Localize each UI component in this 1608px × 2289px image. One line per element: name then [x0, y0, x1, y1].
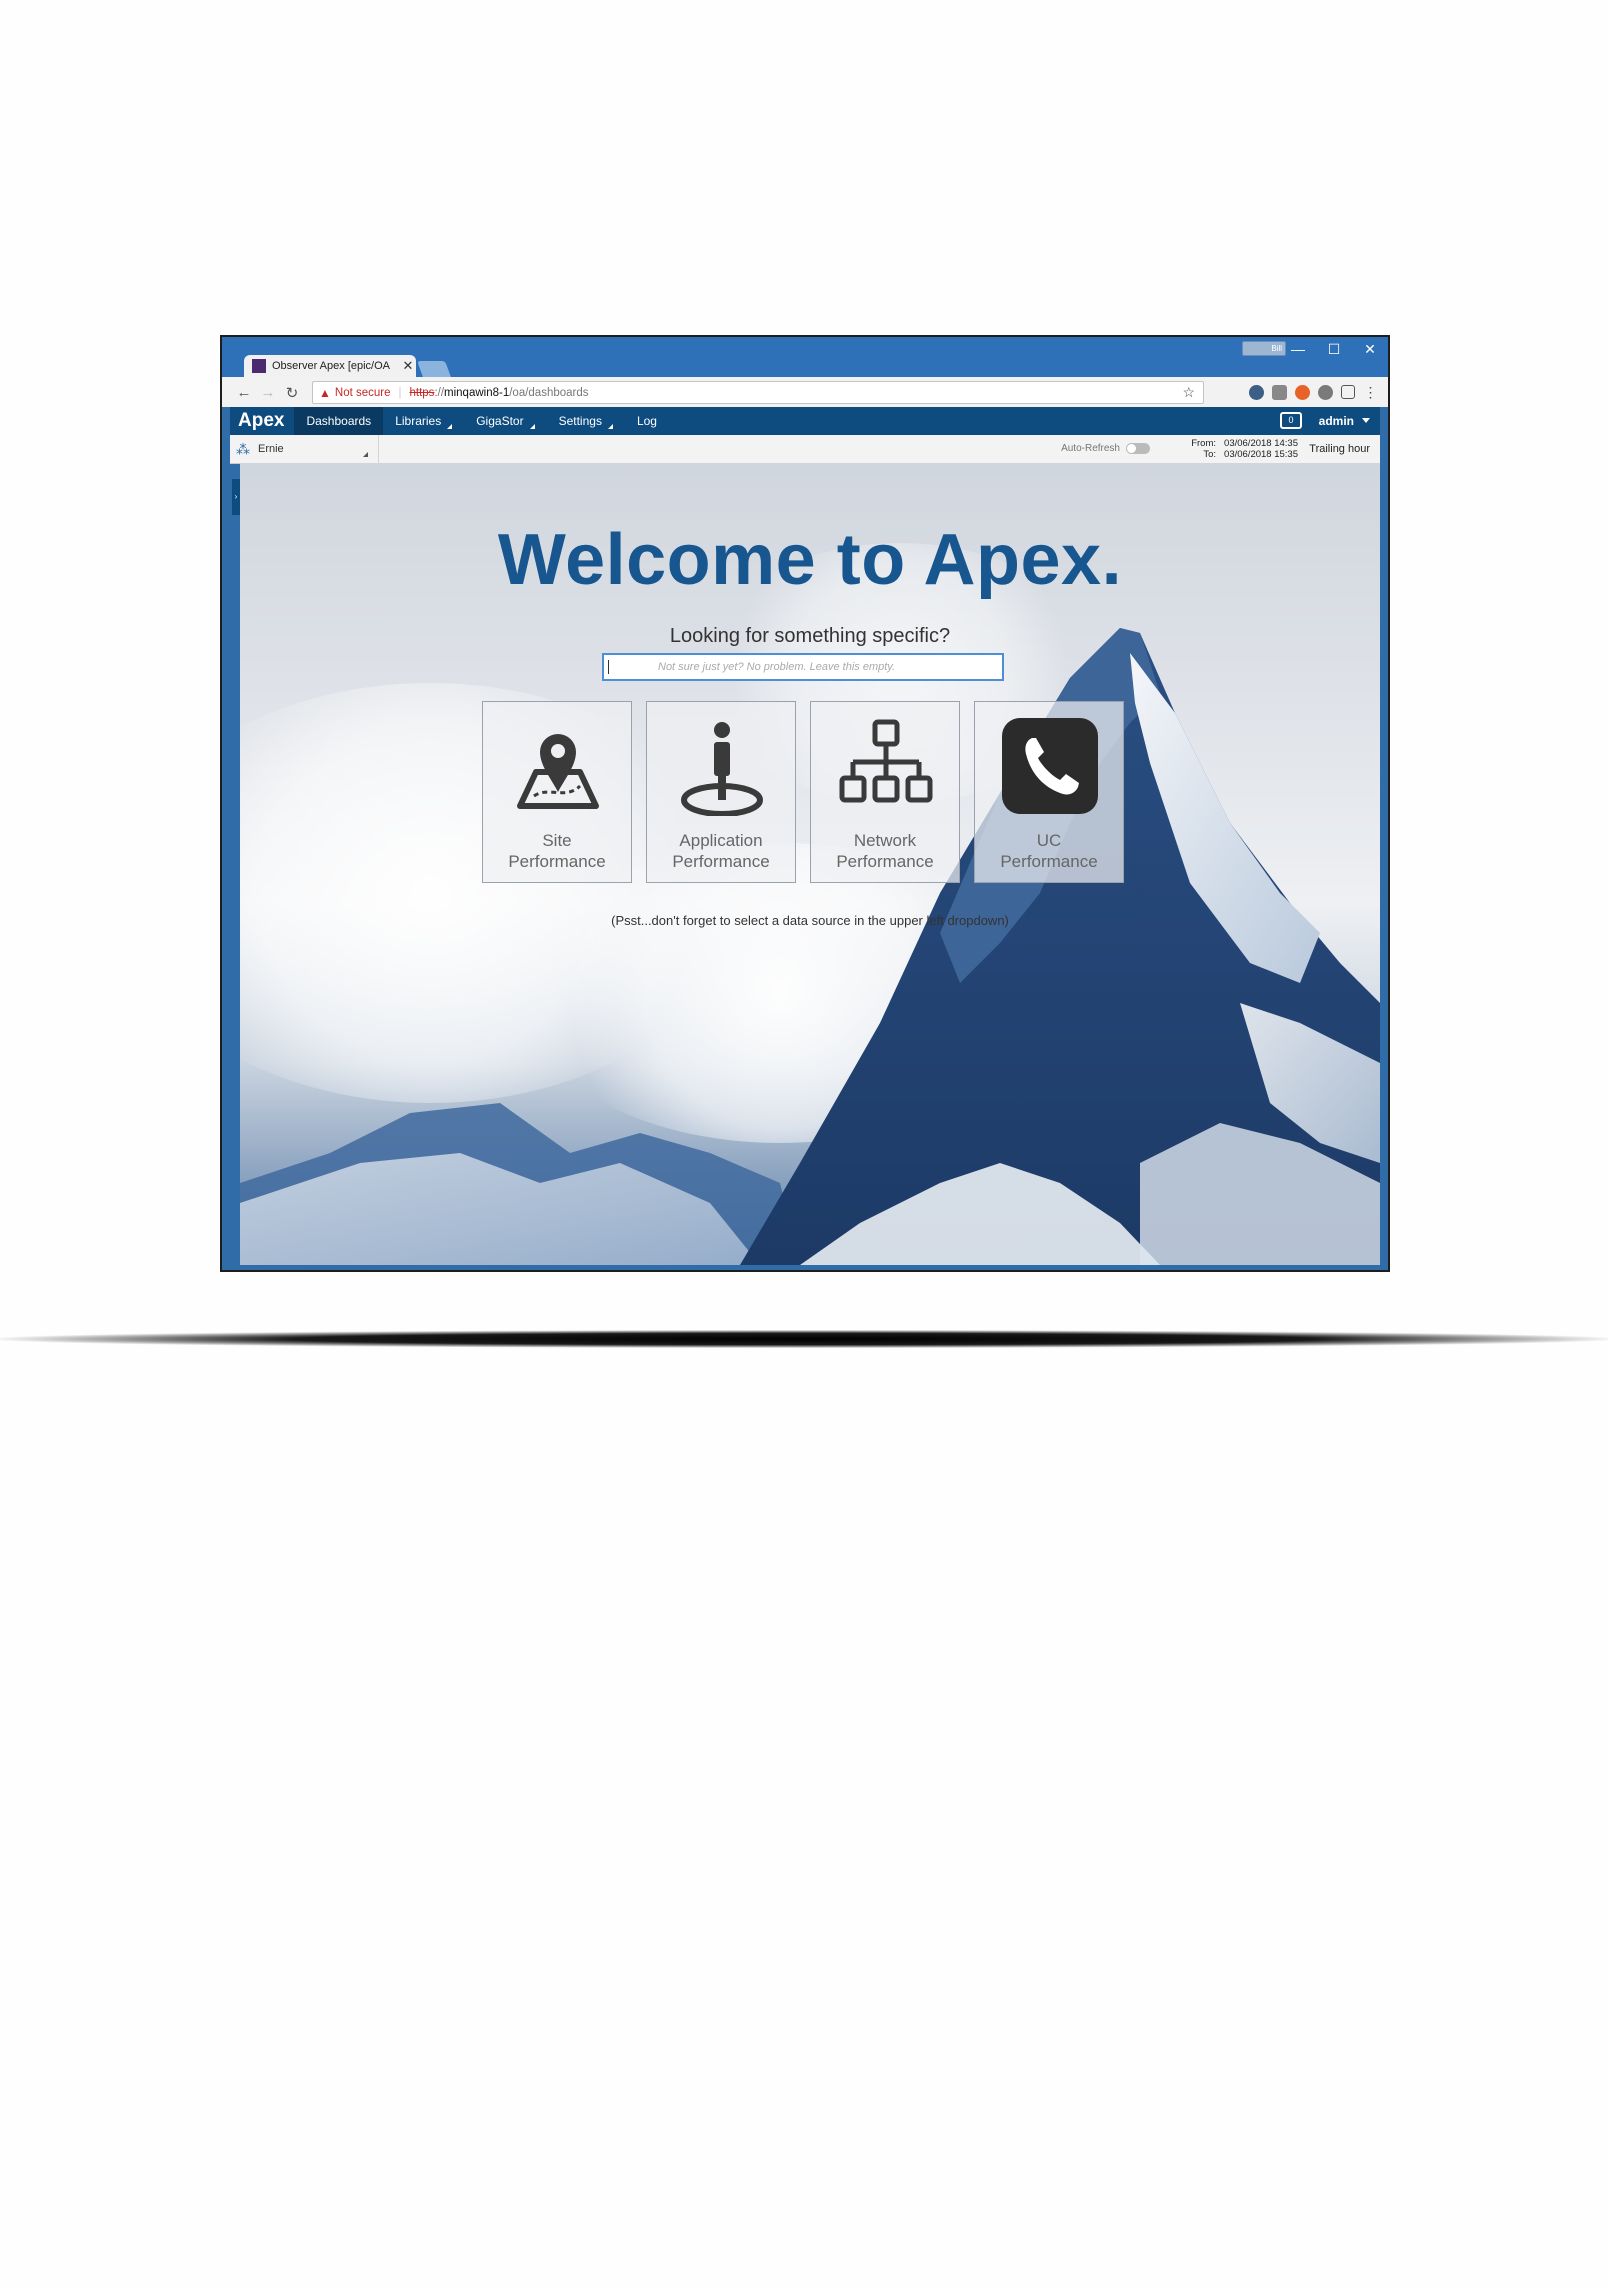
apex-logo[interactable]: Apex	[230, 410, 294, 432]
maximize-icon[interactable]: ☐	[1316, 341, 1352, 358]
nav-gigastor-label: GigaStor	[476, 414, 524, 428]
tile-network-performance[interactable]: Network Performance	[810, 701, 960, 883]
tab-title: Observer Apex [epic/OA	[272, 360, 390, 372]
caret-icon	[447, 424, 453, 429]
person-target-icon	[681, 722, 763, 816]
time-range[interactable]: From: 03/06/2018 14:35 To: 03/06/2018 15:3…	[1191, 438, 1298, 460]
app-header: Apex Dashboards Libraries GigaStor Setti…	[230, 407, 1380, 435]
sub-header: ⁂ Ernie Auto-Refresh From: 03/06/2018 14:…	[230, 435, 1380, 464]
window-controls: — ☐ ✕	[1280, 337, 1388, 361]
welcome-title: Welcome to Apex.	[497, 520, 1123, 600]
tile-application-performance[interactable]: Application Performance	[646, 701, 796, 883]
warning-icon: ▲	[319, 385, 331, 400]
phone-icon	[1002, 718, 1098, 814]
security-label[interactable]: Not secure	[335, 387, 391, 399]
dropdown-caret-icon	[363, 452, 368, 457]
welcome-subtitle: Looking for something specific?	[669, 625, 951, 647]
screenshot-frame: Observer Apex [epic/OA ✕ Bill — ☐ ✕ ← → …	[222, 337, 1388, 1270]
range-preset[interactable]: Trailing hour	[1309, 443, 1370, 455]
user-name: admin	[1318, 414, 1354, 428]
new-tab-button[interactable]	[417, 361, 451, 377]
extension-orange-icon[interactable]	[1295, 385, 1310, 400]
address-bar[interactable]: ▲ Not secure | https :// minqawin8-1 /oa…	[312, 381, 1204, 404]
tile-site-performance[interactable]: Site Performance	[482, 701, 632, 883]
nav-buttons: ← → ↻	[234, 384, 302, 402]
url-scheme: https	[409, 386, 435, 399]
chevron-down-icon	[1362, 418, 1370, 423]
welcome-search-input[interactable]: Not sure just yet? No problem. Leave thi…	[602, 653, 1004, 681]
nav-gigastor[interactable]: GigaStor	[464, 407, 546, 435]
side-panel-toggle[interactable]: ›	[232, 479, 240, 515]
tile-label: Network Performance	[811, 830, 959, 872]
floor-shadow	[0, 1330, 1608, 1348]
tile-line1: Site	[542, 831, 572, 850]
url-host: minqawin8-1	[444, 386, 510, 399]
extension-square-icon[interactable]	[1272, 385, 1287, 400]
tile-line1: Network	[853, 831, 917, 850]
map-pin-icon	[517, 734, 599, 809]
data-source-value: Ernie	[258, 443, 284, 455]
tile-label: Site Performance	[483, 830, 631, 872]
favicon-icon	[252, 359, 266, 373]
from-label: From:	[1191, 438, 1217, 449]
minimize-icon[interactable]: —	[1280, 341, 1316, 357]
tab-close-icon[interactable]: ✕	[400, 358, 416, 374]
extensions: ⋮	[1249, 385, 1378, 400]
data-source-dropdown[interactable]: ⁂ Ernie	[230, 435, 379, 463]
forward-arrow-icon[interactable]: →	[258, 384, 278, 402]
user-menu[interactable]: admin	[1319, 407, 1370, 435]
to-value: 03/06/2018 15:35	[1224, 449, 1298, 460]
nav-log-label: Log	[636, 414, 657, 428]
url-path: /oa/dashboards	[509, 386, 589, 399]
network-hierarchy-icon	[839, 719, 933, 803]
caret-icon	[529, 424, 535, 429]
menu-kebab-icon[interactable]: ⋮	[1363, 385, 1378, 400]
nav-settings-label: Settings	[558, 414, 602, 428]
extension-gray-icon[interactable]	[1318, 385, 1333, 400]
nav-dashboards-label: Dashboards	[306, 414, 372, 428]
omnibox-divider: |	[398, 386, 402, 399]
browser-toolbar: ← → ↻ ▲ Not secure | https :// minqawin8…	[222, 377, 1388, 407]
auto-refresh-label: Auto-Refresh	[1061, 443, 1120, 454]
nav-dashboards[interactable]: Dashboards	[294, 407, 384, 435]
nav-settings[interactable]: Settings	[547, 407, 625, 435]
tile-line2: Performance	[672, 852, 770, 871]
tile-line2: Performance	[1000, 852, 1098, 871]
tile-label: Application Performance	[647, 830, 795, 872]
from-value: 03/06/2018 14:35	[1224, 438, 1298, 449]
close-window-icon[interactable]: ✕	[1352, 341, 1388, 358]
extension-screen-icon[interactable]	[1341, 385, 1355, 399]
url-separator: ://	[434, 386, 445, 399]
tile-line2: Performance	[836, 852, 934, 871]
dashboard-tiles: Site Performance Application Performance	[482, 701, 1124, 883]
network-nodes-icon: ⁂	[236, 440, 250, 457]
tile-line2: Performance	[508, 852, 606, 871]
reload-icon[interactable]: ↻	[282, 384, 302, 402]
caret-icon	[607, 424, 613, 429]
nav-libraries[interactable]: Libraries	[383, 407, 464, 435]
bookmark-star-icon[interactable]: ☆	[1182, 384, 1195, 401]
nav-libraries-label: Libraries	[395, 414, 442, 428]
auto-refresh: Auto-Refresh	[1061, 443, 1150, 454]
briefcase-count: 0	[1288, 415, 1294, 425]
tile-line1: Application	[679, 831, 763, 850]
briefcase-icon[interactable]: 0	[1280, 412, 1302, 429]
tile-label: UC Performance	[975, 830, 1123, 872]
nav-log[interactable]: Log	[625, 407, 669, 435]
back-arrow-icon[interactable]: ←	[234, 384, 254, 402]
browser-titlebar: Observer Apex [epic/OA ✕ Bill — ☐ ✕	[222, 337, 1388, 377]
data-source-hint: (Psst...don't forget to select a data so…	[611, 913, 1009, 928]
browser-tab[interactable]: Observer Apex [epic/OA ✕	[244, 355, 416, 377]
tile-line1: UC	[1036, 831, 1062, 850]
extension-shield-icon[interactable]	[1249, 385, 1264, 400]
tile-uc-performance[interactable]: UC Performance	[974, 701, 1124, 883]
auto-refresh-toggle[interactable]	[1126, 443, 1150, 454]
welcome-panel: Welcome to Apex. Looking for something s…	[240, 463, 1380, 1265]
to-label: To:	[1203, 449, 1217, 460]
